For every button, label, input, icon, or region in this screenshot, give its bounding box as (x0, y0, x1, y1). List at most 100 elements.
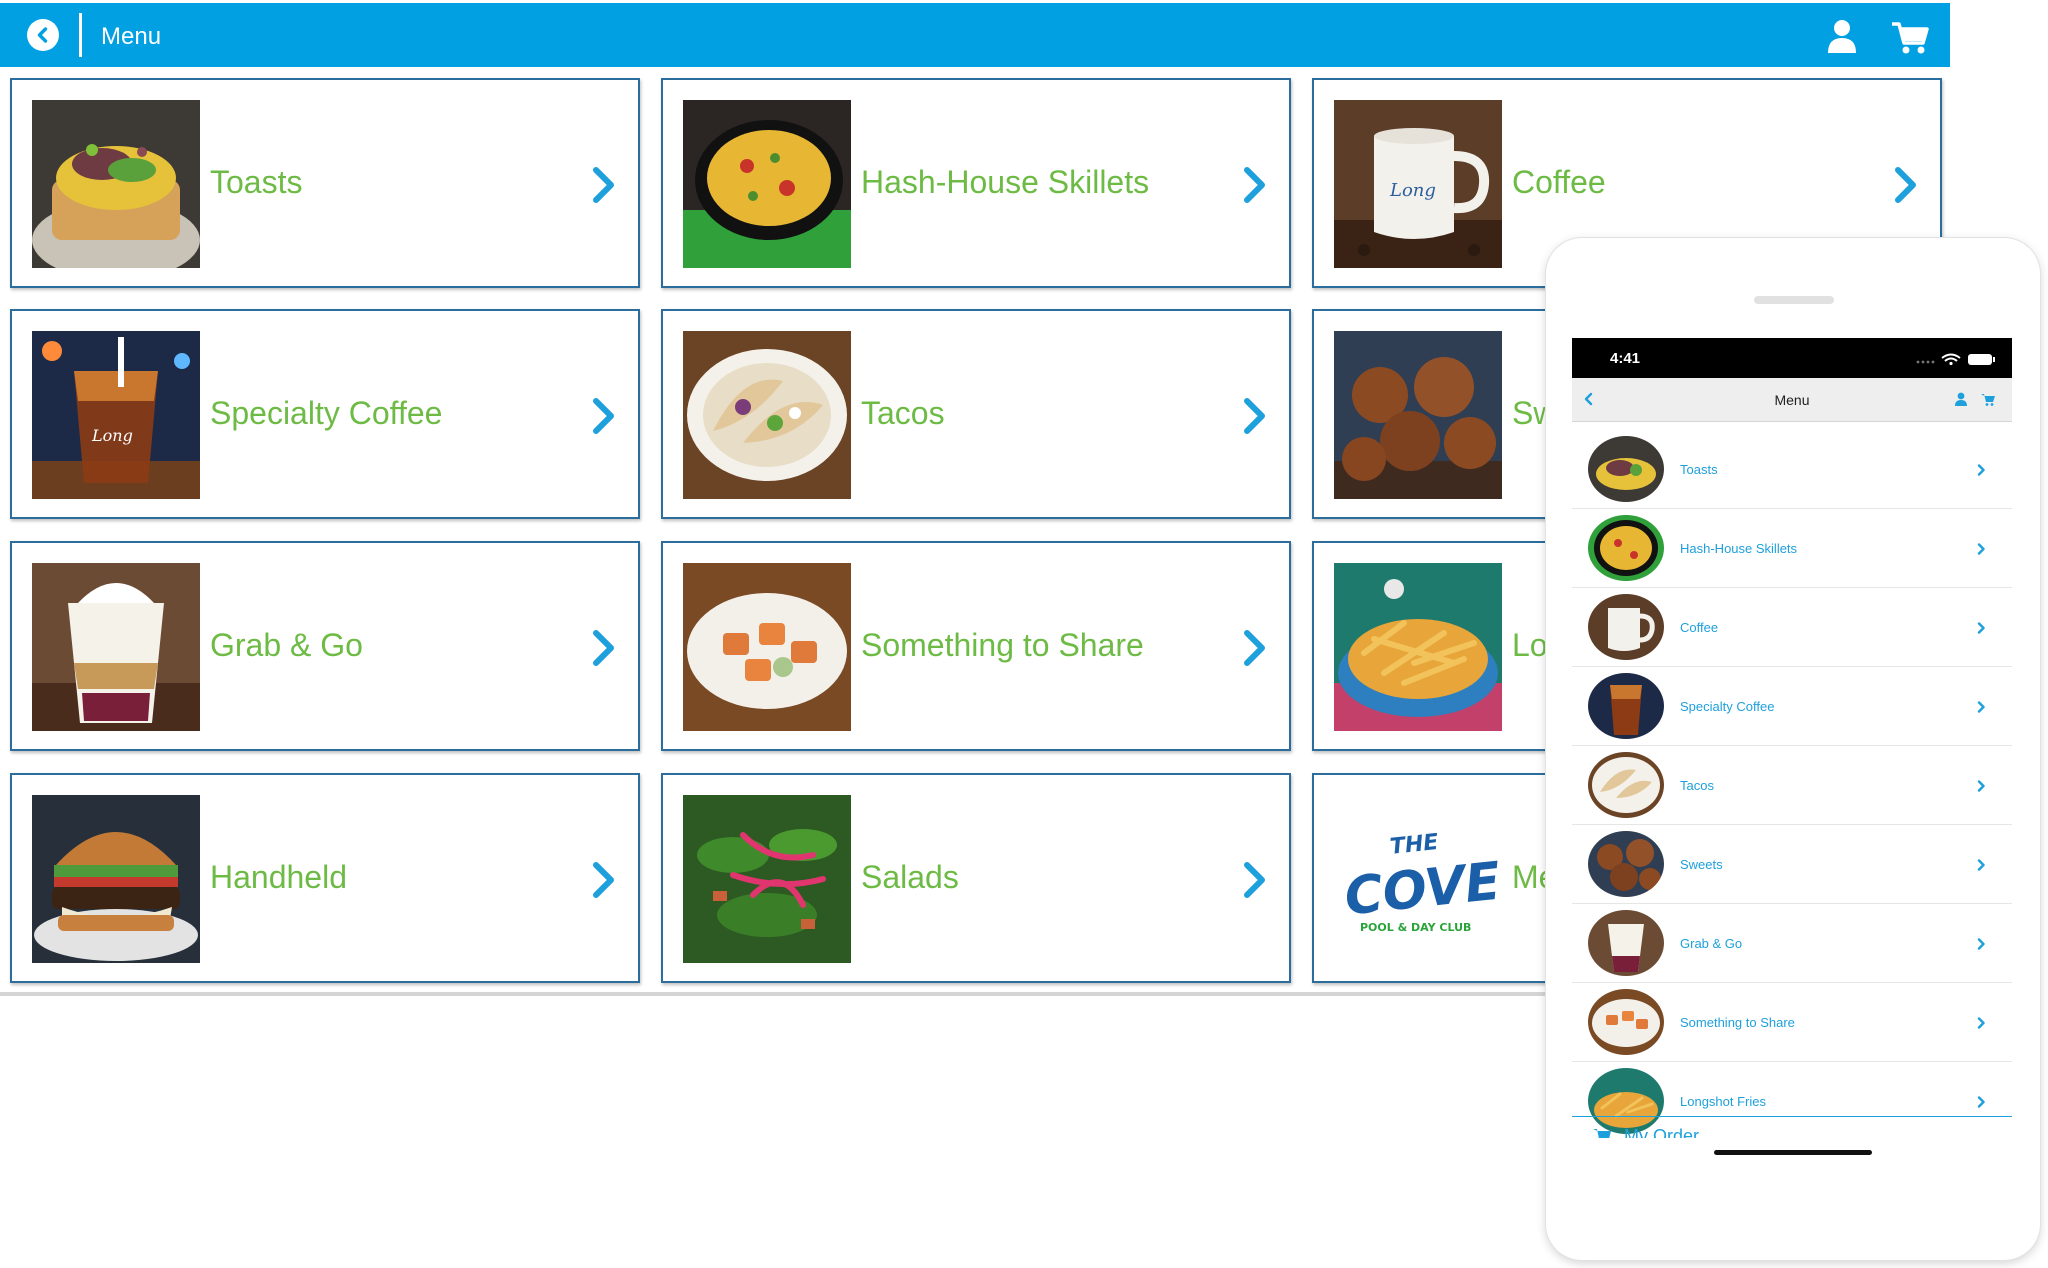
page-title: Menu (101, 23, 162, 50)
parfait-photo (32, 563, 200, 731)
parfait-thumbnail (1588, 910, 1664, 976)
chevron-right-icon (1977, 780, 1985, 792)
menu-card-toasts[interactable]: Toasts (10, 78, 640, 288)
back-arrow-circle-icon (37, 27, 48, 43)
menu-card-label: Specialty Coffee (210, 395, 443, 431)
phone-item-label: Coffee (1680, 620, 1719, 635)
menu-card-label: Handheld (210, 859, 347, 895)
menu-card-hash-house-skillets[interactable]: Hash-House Skillets (661, 78, 1291, 288)
back-button[interactable] (27, 19, 59, 51)
fries-photo (1334, 563, 1502, 731)
signal-wifi-battery-icon (1916, 353, 1995, 366)
chevron-right-icon (593, 398, 614, 434)
cove-logo: COVE THE POOL & DAY CLUB (1334, 795, 1502, 963)
chevron-right-icon (593, 167, 614, 203)
phone-list-item[interactable]: Toasts (1572, 430, 2012, 509)
chevron-right-icon (1977, 1017, 1985, 1029)
phone-item-label: Longshot Fries (1680, 1094, 1766, 1109)
menu-card-label: Something to Share (861, 627, 1144, 663)
share-plate-thumbnail (1588, 989, 1664, 1055)
skillet-photo (683, 100, 851, 268)
chevron-right-icon (1895, 167, 1916, 203)
chevron-right-icon (1244, 630, 1265, 666)
user-icon (1828, 20, 1856, 53)
tacos-thumbnail (1588, 752, 1664, 818)
cart-button[interactable] (1890, 21, 1930, 55)
chevron-right-icon (1977, 938, 1985, 950)
phone-list-item[interactable]: Something to Share (1572, 983, 2012, 1062)
phone-item-label: Sweets (1680, 857, 1723, 872)
chevron-right-icon (1244, 167, 1265, 203)
my-order-label: My Order (1624, 1125, 1700, 1139)
svg-text:POOL & DAY CLUB: POOL & DAY CLUB (1360, 921, 1471, 934)
chevron-right-icon (1977, 1096, 1985, 1108)
menu-card-label: Tacos (861, 395, 945, 431)
phone-item-label: Grab & Go (1680, 936, 1743, 951)
app-stage: Menu Toasts Hash-House Skillets Long Cof… (0, 0, 2048, 1268)
menu-card-specialty-coffee[interactable]: Long Specialty Coffee (10, 309, 640, 519)
phone-list-item[interactable]: Grab & Go (1572, 904, 2012, 983)
toast-photo (32, 100, 200, 268)
phone-list-item[interactable]: Coffee (1572, 588, 2012, 667)
salad-photo (683, 795, 851, 963)
chevron-right-icon (1977, 622, 1985, 634)
menu-card-label: Grab & Go (210, 627, 363, 663)
phone-item-label: Toasts (1680, 462, 1718, 477)
top-nav-bar: Menu (0, 3, 1950, 67)
phone-list-item[interactable]: Hash-House Skillets (1572, 509, 2012, 588)
menu-card-label: Coffee (1512, 164, 1606, 200)
phone-list-item[interactable]: Sweets (1572, 825, 2012, 904)
svg-text:THE: THE (1389, 830, 1440, 860)
header-divider (79, 13, 82, 57)
chevron-right-icon (1977, 701, 1985, 713)
tacos-photo (683, 331, 851, 499)
share-plate-photo (683, 563, 851, 731)
cart-icon[interactable] (1980, 393, 1996, 406)
cart-icon (1593, 1129, 1611, 1138)
phone-speaker (1754, 296, 1834, 304)
sweets-thumbnail (1588, 831, 1664, 897)
page-divider (0, 992, 1560, 996)
chevron-right-icon (593, 630, 614, 666)
status-time: 4:41 (1610, 350, 1641, 367)
chevron-right-icon (593, 862, 614, 898)
phone-list-item[interactable]: Specialty Coffee (1572, 667, 2012, 746)
iced-coffee-photo: Long (32, 331, 200, 499)
menu-card-label: Toasts (210, 164, 303, 200)
phone-status-bar: 4:41 (1572, 338, 2012, 378)
phone-menu-list: Toasts Hash-House Skillets Coffee Specia… (1572, 430, 2012, 1138)
phone-item-label: Specialty Coffee (1680, 699, 1775, 714)
chevron-right-icon (1244, 398, 1265, 434)
home-indicator[interactable] (1714, 1150, 1872, 1155)
menu-card-label: Salads (861, 859, 959, 895)
menu-card-something-to-share[interactable]: Something to Share (661, 541, 1291, 751)
menu-card-handheld[interactable]: Handheld (10, 773, 640, 983)
my-order-button[interactable]: My Order (1592, 1124, 1699, 1138)
svg-text:Long: Long (1389, 180, 1436, 201)
coffee-mug-photo: Long (1334, 100, 1502, 268)
my-order-divider (1572, 1116, 2012, 1117)
phone-nav-bar: Menu (1572, 378, 2012, 422)
phone-list-item[interactable]: Tacos (1572, 746, 2012, 825)
phone-item-label: Tacos (1680, 778, 1714, 793)
phone-mockup: 4:41 Menu Toasts Hash-House Skillets Cof… (1546, 238, 2040, 1260)
chevron-right-icon (1977, 464, 1985, 476)
menu-card-salads[interactable]: Salads (661, 773, 1291, 983)
toast-thumbnail (1588, 436, 1664, 502)
menu-card-label: Hash-House Skillets (861, 164, 1150, 200)
iced-coffee-thumbnail (1588, 673, 1664, 739)
user-icon[interactable] (1954, 392, 1968, 406)
menu-card-grab-and-go[interactable]: Grab & Go (10, 541, 640, 751)
chevron-right-icon (1977, 859, 1985, 871)
phone-item-label: Hash-House Skillets (1680, 541, 1798, 556)
svg-text:Long: Long (91, 426, 133, 445)
phone-item-label: Something to Share (1680, 1015, 1795, 1030)
menu-card-tacos[interactable]: Tacos (661, 309, 1291, 519)
menu-card-label: Lo (1512, 627, 1548, 663)
cart-icon (1892, 22, 1929, 54)
account-button[interactable] (1826, 18, 1858, 54)
burger-photo (32, 795, 200, 963)
phone-screen: 4:41 Menu Toasts Hash-House Skillets Cof… (1572, 338, 2012, 1138)
chevron-right-icon (1977, 543, 1985, 555)
chevron-right-icon (1244, 862, 1265, 898)
